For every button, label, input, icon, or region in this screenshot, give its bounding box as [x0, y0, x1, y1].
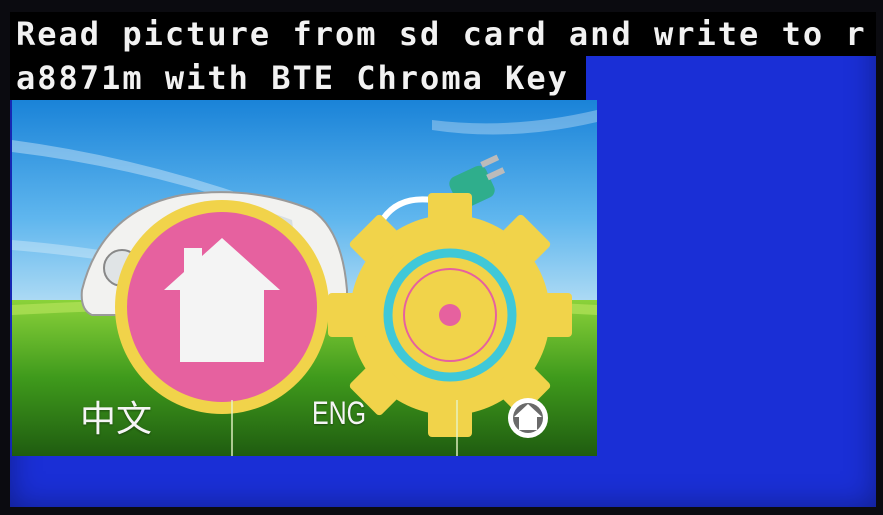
- title-line-2: a8871m with BTE Chroma Key: [10, 56, 586, 100]
- small-home-button[interactable]: [508, 398, 548, 438]
- lcd-screen: Read picture from sd card and write to r…: [10, 12, 876, 507]
- chinese-language-button[interactable]: 中文: [80, 390, 152, 442]
- title-line-1: Read picture from sd card and write to r: [10, 12, 876, 56]
- home-button[interactable]: [115, 200, 329, 414]
- chroma-key-picture: 中文 ENG: [12, 100, 597, 456]
- english-language-button[interactable]: ENG: [312, 395, 366, 432]
